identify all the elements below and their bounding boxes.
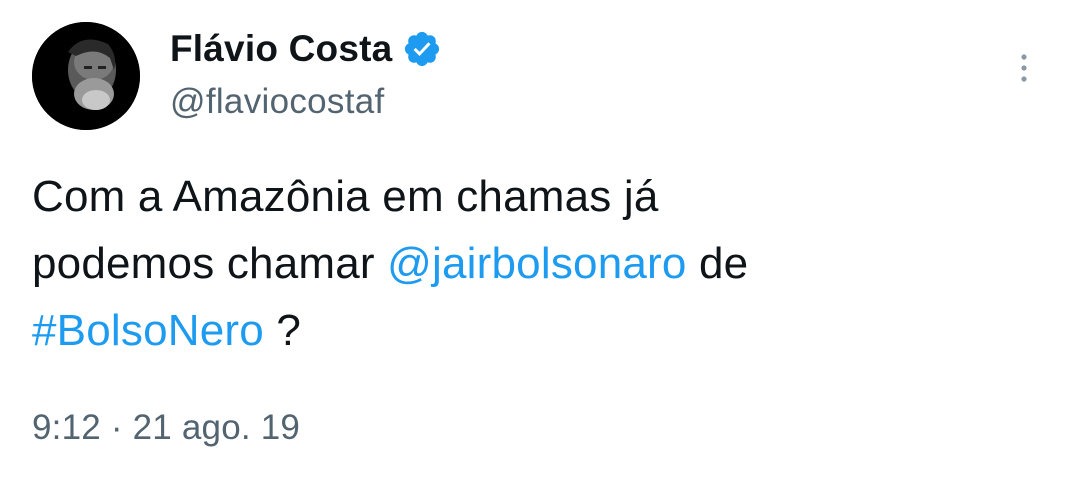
author-handle[interactable]: @flaviocostaf	[170, 82, 385, 122]
tweet-line: Com a Amazônia em chamas já	[32, 163, 1032, 230]
tweet-text-segment: Com a Amazônia em chamas já	[32, 172, 659, 221]
tweet-text: Com a Amazônia em chamas já podemos cham…	[32, 163, 1032, 364]
more-vertical-icon[interactable]	[1012, 50, 1036, 90]
avatar-photo	[32, 22, 140, 130]
tweet-timestamp[interactable]: 9:12 · 21 ago. 19	[32, 408, 300, 448]
author-display-name[interactable]: Flávio Costa	[170, 28, 392, 70]
tweet-card: Flávio Costa @flaviocostaf Com a Amazôni…	[0, 0, 1074, 480]
tweet-text-segment: ?	[263, 306, 302, 355]
mention-link[interactable]: @jairbolsonaro	[387, 239, 686, 288]
tweet-line: podemos chamar @jairbolsonaro de	[32, 230, 1032, 297]
tweet-text-segment: podemos chamar	[32, 239, 388, 288]
verified-badge-icon[interactable]	[402, 29, 442, 69]
tweet-line: #BolsoNero ?	[32, 297, 1032, 364]
tweet-text-segment: de	[686, 239, 749, 288]
hashtag-link[interactable]: #BolsoNero	[32, 306, 264, 355]
author-name-row: Flávio Costa	[170, 26, 442, 72]
avatar[interactable]	[32, 22, 140, 130]
